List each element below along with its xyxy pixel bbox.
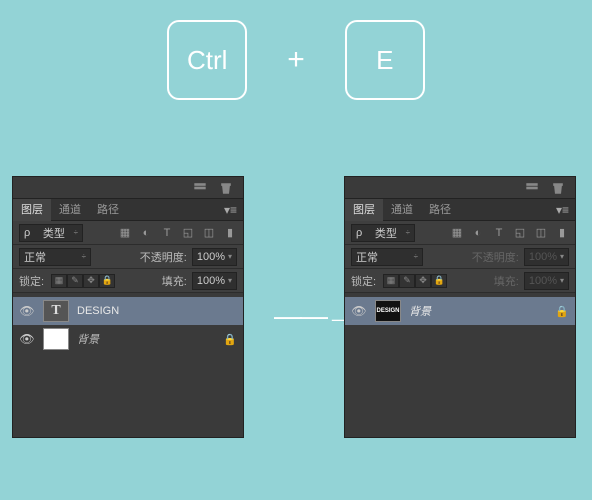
filter-image-icon[interactable]: ▦ (118, 226, 132, 240)
layer-row[interactable]: 👁 背景 🔒 (13, 325, 243, 353)
trash-icon[interactable] (551, 181, 565, 195)
lock-icon: 🔒 (555, 305, 569, 318)
tab-paths[interactable]: 路径 (421, 199, 459, 221)
filter-shape-icon[interactable]: ◱ (181, 226, 195, 240)
visibility-icon[interactable]: 👁 (19, 304, 35, 318)
lock-row: 锁定: ▦ ✎ ✥ 🔒 填充: 100%▾ (13, 269, 243, 293)
layer-name[interactable]: 背景 (409, 303, 547, 319)
fill-value: 100%▾ (524, 272, 569, 290)
lock-row: 锁定: ▦ ✎ ✥ 🔒 填充: 100%▾ (345, 269, 575, 293)
layer-name[interactable]: DESIGN (77, 305, 237, 317)
plus-symbol: + (287, 43, 305, 77)
tab-paths[interactable]: 路径 (89, 199, 127, 221)
lock-paint-icon[interactable]: ✎ (399, 274, 415, 288)
lock-buttons[interactable]: ▦ ✎ ✥ 🔒 (383, 274, 447, 288)
panel-top-bar (345, 177, 575, 199)
layer-row[interactable]: 👁 DESIGN 背景 🔒 (345, 297, 575, 325)
trash-icon[interactable] (219, 181, 233, 195)
lock-all-icon[interactable]: 🔒 (431, 274, 447, 288)
collapse-icon[interactable] (193, 181, 207, 195)
fill-value[interactable]: 100%▾ (192, 272, 237, 290)
lock-icon: 🔒 (223, 333, 237, 346)
panel-top-bar (13, 177, 243, 199)
opacity-label: 不透明度: (472, 249, 519, 265)
panel-tabs: 图层 通道 路径 ▾≡ (13, 199, 243, 221)
filter-type-icon[interactable]: T (160, 226, 174, 240)
key-e: E (345, 20, 425, 100)
visibility-icon[interactable]: 👁 (19, 332, 35, 346)
filter-image-icon[interactable]: ▦ (450, 226, 464, 240)
filter-toggle-icon[interactable]: ▮ (555, 226, 569, 240)
opacity-label: 不透明度: (140, 249, 187, 265)
opacity-value: 100%▾ (524, 248, 569, 266)
arrow-right: ——→ (274, 300, 352, 332)
key-e-label: E (376, 45, 393, 76)
layers-panel-after: 图层 通道 路径 ▾≡ ρ 类型÷ ▦ ◐ T ◱ ◫ ▮ 正常÷ 不透明度: … (344, 176, 576, 438)
blend-mode-select[interactable]: 正常÷ (19, 248, 91, 266)
tab-layers[interactable]: 图层 (13, 199, 51, 221)
filter-smart-icon[interactable]: ◫ (202, 226, 216, 240)
key-ctrl-label: Ctrl (187, 45, 227, 76)
blend-row: 正常÷ 不透明度: 100%▾ (13, 245, 243, 269)
filter-smart-icon[interactable]: ◫ (534, 226, 548, 240)
filter-adjust-icon[interactable]: ◐ (471, 226, 485, 240)
lock-move-icon[interactable]: ✥ (415, 274, 431, 288)
lock-paint-icon[interactable]: ✎ (67, 274, 83, 288)
filter-adjust-icon[interactable]: ◐ (139, 226, 153, 240)
layer-row[interactable]: 👁 T DESIGN (13, 297, 243, 325)
filter-toggle-icon[interactable]: ▮ (223, 226, 237, 240)
filter-row: ρ 类型÷ ▦ ◐ T ◱ ◫ ▮ (345, 221, 575, 245)
lock-label: 锁定: (351, 273, 376, 289)
filter-select[interactable]: ρ 类型÷ (351, 224, 415, 242)
lock-move-icon[interactable]: ✥ (83, 274, 99, 288)
lock-all-icon[interactable]: 🔒 (99, 274, 115, 288)
layer-thumbnail[interactable] (43, 328, 69, 350)
layer-thumbnail[interactable]: DESIGN (375, 300, 401, 322)
key-ctrl: Ctrl (167, 20, 247, 100)
filter-select[interactable]: ρ 类型÷ (19, 224, 83, 242)
opacity-value[interactable]: 100%▾ (192, 248, 237, 266)
blend-row: 正常÷ 不透明度: 100%▾ (345, 245, 575, 269)
layers-list: 👁 DESIGN 背景 🔒 (345, 293, 575, 325)
panel-tabs: 图层 通道 路径 ▾≡ (345, 199, 575, 221)
lock-label: 锁定: (19, 273, 44, 289)
filter-shape-icon[interactable]: ◱ (513, 226, 527, 240)
lock-transparency-icon[interactable]: ▦ (383, 274, 399, 288)
blend-mode-select[interactable]: 正常÷ (351, 248, 423, 266)
layers-panel-before: 图层 通道 路径 ▾≡ ρ 类型÷ ▦ ◐ T ◱ ◫ ▮ 正常÷ 不透明度: … (12, 176, 244, 438)
panel-menu-icon[interactable]: ▾≡ (556, 203, 569, 217)
tab-channels[interactable]: 通道 (51, 199, 89, 221)
lock-transparency-icon[interactable]: ▦ (51, 274, 67, 288)
tab-layers[interactable]: 图层 (345, 199, 383, 221)
layer-name[interactable]: 背景 (77, 331, 215, 347)
fill-label: 填充: (494, 273, 519, 289)
tab-channels[interactable]: 通道 (383, 199, 421, 221)
layer-thumbnail[interactable]: T (43, 300, 69, 322)
layers-list: 👁 T DESIGN 👁 背景 🔒 (13, 293, 243, 353)
lock-buttons[interactable]: ▦ ✎ ✥ 🔒 (51, 274, 115, 288)
shortcut-row: Ctrl + E (0, 20, 592, 100)
collapse-icon[interactable] (525, 181, 539, 195)
visibility-icon[interactable]: 👁 (351, 304, 367, 318)
fill-label: 填充: (162, 273, 187, 289)
filter-type-icon[interactable]: T (492, 226, 506, 240)
panel-menu-icon[interactable]: ▾≡ (224, 203, 237, 217)
filter-row: ρ 类型÷ ▦ ◐ T ◱ ◫ ▮ (13, 221, 243, 245)
